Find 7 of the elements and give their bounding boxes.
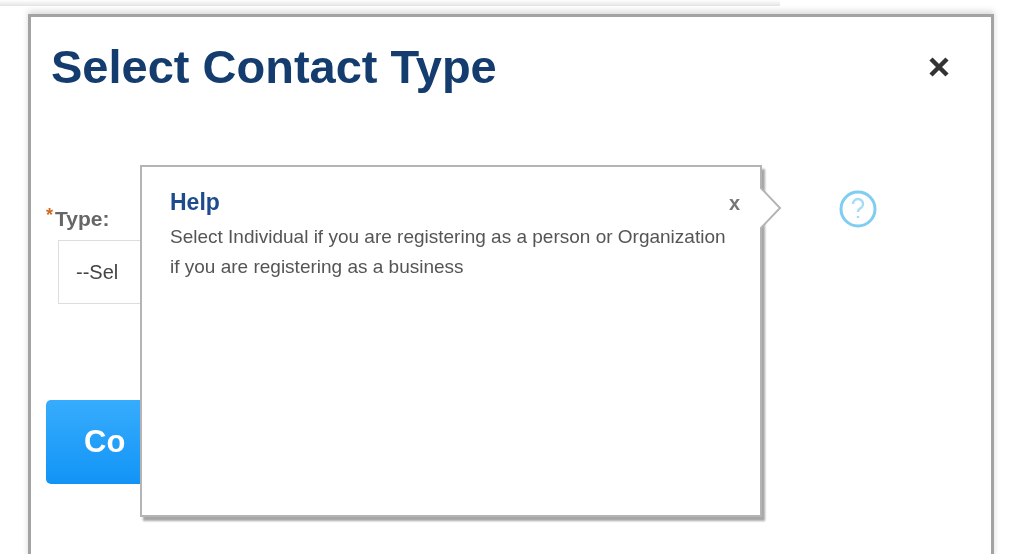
dialog-title: Select Contact Type <box>51 39 497 94</box>
type-label: Type: <box>55 206 110 232</box>
help-text: Select Individual if you are registering as a person or Organization if you are registering as a business <box>170 225 727 279</box>
help-title: Help <box>170 189 220 216</box>
popover-close-button[interactable]: x <box>728 192 740 213</box>
required-mark: * <box>46 206 53 224</box>
close-icon <box>928 55 950 78</box>
